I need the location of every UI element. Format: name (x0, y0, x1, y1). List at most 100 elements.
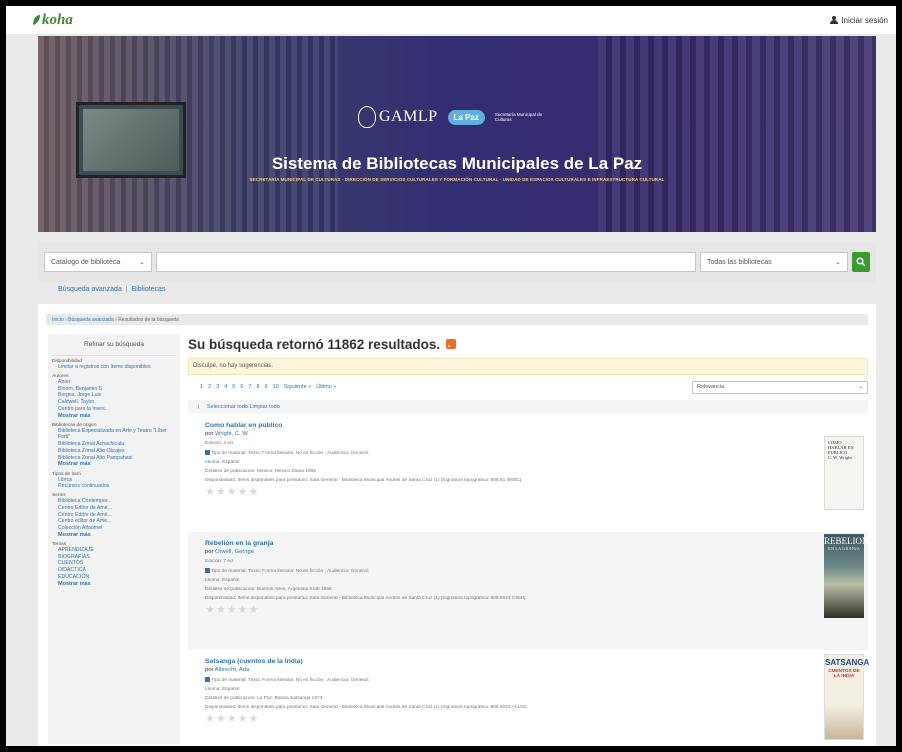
record-author: por Albrecht, Ada (205, 667, 250, 673)
rating-stars[interactable]: ★★★★★ (205, 603, 868, 616)
page-link[interactable]: 9 (265, 384, 268, 390)
search-button[interactable] (852, 252, 870, 272)
book-icon (205, 568, 210, 573)
record-language: Idioma: Español (205, 686, 240, 692)
record-author: por Wright, C. W (205, 431, 248, 437)
show-more-link[interactable]: Mostrar más (52, 581, 180, 588)
facet-item[interactable]: Libros (52, 477, 180, 484)
page-link[interactable]: 10 (273, 384, 279, 390)
record-language: Idioma: Español (205, 459, 240, 465)
page-frame: koha Iniciar sesión GAMLP La Paz Secreta… (6, 6, 896, 746)
facet-item[interactable]: Centro para la Inves... (52, 406, 180, 413)
show-more-link[interactable]: Mostrar más (52, 413, 180, 420)
record-material: Tipo de material: Texto; Forma literaria… (205, 568, 805, 574)
facet-item[interactable]: DIDÁCTICA (52, 567, 180, 574)
clear-all-link[interactable]: Limpiar todo (249, 404, 279, 410)
sort-select[interactable]: Relevancia ⌄ (692, 380, 868, 394)
seal-icon (358, 106, 376, 128)
facet-item[interactable]: BIOGRAFÍAS (52, 554, 180, 561)
facet-item[interactable]: Bloom, Benjamin S (52, 386, 180, 393)
book-cover[interactable]: COMO HABLAR EN PUBLICO C. W. Wright (824, 436, 864, 510)
record-title[interactable]: Satsanga (cuentos de la India) (205, 658, 868, 665)
rating-stars[interactable]: ★★★★★ (205, 712, 868, 725)
page-link[interactable]: 7 (248, 384, 251, 390)
record-material: Tipo de material: Texto; Forma literaria… (205, 450, 805, 456)
book-icon (205, 677, 210, 682)
rating-stars[interactable]: ★★★★★ (205, 485, 868, 498)
show-more-link[interactable]: Mostrar más (52, 461, 180, 468)
record-material: Tipo de material: Texto; Forma literaria… (205, 677, 805, 683)
facet-item[interactable]: Centro Editor de Amé... (52, 512, 180, 519)
page-link[interactable]: 6 (240, 384, 243, 390)
breadcrumb-advanced[interactable]: Búsqueda avanzada (68, 317, 114, 323)
breadcrumb-home[interactable]: Inicio (52, 317, 64, 323)
pagination: 1 2 3 4 5 6 7 8 9 10 Siguiente » Último … (188, 384, 336, 390)
record-language: Idioma: Español (205, 577, 240, 583)
facet-item[interactable]: Biblioteca Contempor... (52, 498, 180, 505)
page-link[interactable]: 3 (216, 384, 219, 390)
banner: GAMLP La Paz Secretaría Municipal de Cul… (38, 36, 876, 232)
facet-item[interactable]: APRENDIZAJE (52, 547, 180, 554)
breadcrumb: Inicio › Búsqueda avanzada › Resultados … (46, 314, 868, 325)
facet-item[interactable]: Colección Alfaomel (52, 525, 180, 532)
selection-toolbar: | Seleccionar todo Limpiar todo (188, 400, 868, 414)
author-link[interactable]: Orwell, George (215, 549, 254, 555)
facet-item[interactable]: Caldwell, Taylor (52, 399, 180, 406)
facet-item[interactable]: EDUCACIÓN (52, 574, 180, 581)
secretaria-label: Secretaría Municipal de Culturas (494, 111, 543, 122)
lapaz-logo: La Paz (447, 109, 485, 125)
banner-title: Sistema de Bibliotecas Municipales de La… (271, 154, 643, 173)
facet-item[interactable]: Limitar a registros con ítems disponible… (52, 364, 180, 371)
result-record: Rebelión en la granja por Orwell, George… (188, 532, 869, 650)
record-edition: Edición: 7 ed (205, 559, 233, 564)
record-publication: Detalles de publicación: Buenos Aires, A… (205, 586, 332, 592)
author-link[interactable]: Albrecht, Ada (215, 667, 249, 673)
facet-item[interactable]: Biblioteca Zonal Alto Obrajes (52, 448, 180, 455)
facet-item[interactable]: Biblioteca Especializada en Arte y Teatr… (52, 428, 180, 442)
next-page-link[interactable]: Siguiente » (284, 384, 312, 390)
search-input[interactable] (156, 252, 696, 272)
record-availability: Disponibilidad: Ítems disponibles para p… (205, 477, 523, 483)
pagination-bar: 1 2 3 4 5 6 7 8 9 10 Siguiente » Último … (188, 380, 868, 394)
facet-item[interactable]: Biblioteca Zonal Achachicala (52, 441, 180, 448)
results-panel: Su búsqueda retornó 11862 resultados. Di… (188, 334, 869, 746)
last-page-link[interactable]: Último » (316, 384, 336, 390)
koha-logo[interactable]: koha (32, 12, 73, 29)
record-title[interactable]: Como hablar en público (205, 422, 868, 429)
page-link[interactable]: 2 (208, 384, 211, 390)
record-edition: Edición: 4 ed (205, 441, 233, 446)
facet-item[interactable]: Recursos continuados (52, 483, 180, 490)
facet-item[interactable]: Centro editor de Amé... (52, 518, 180, 525)
facet-item[interactable]: Anon (52, 379, 180, 386)
page-link[interactable]: 8 (256, 384, 259, 390)
results-heading: Su búsqueda retornó 11862 resultados. (188, 334, 868, 354)
facet-item[interactable]: Borges, Jorge Luis (52, 392, 180, 399)
record-publication: Detalles de publicación: La Paz, Bolivia… (205, 695, 323, 701)
library-select[interactable]: Todas las bibliotecas ⌄ (700, 252, 848, 272)
record-availability: Disponibilidad: Ítems disponibles para p… (205, 595, 527, 601)
book-cover[interactable]: SATSANGA CUENTOS DE LA INDIA (824, 654, 869, 740)
search-icon (856, 257, 866, 267)
page-link: 1 (200, 384, 204, 390)
page-link[interactable]: 5 (232, 384, 235, 390)
libraries-link[interactable]: Bibliotecas (132, 286, 166, 293)
facet-item[interactable]: Centro Editor de Amé... (52, 505, 180, 512)
login-link[interactable]: Iniciar sesión (830, 16, 888, 25)
select-all-link[interactable]: Seleccionar todo (207, 404, 248, 410)
author-link[interactable]: Wright, C. W (215, 431, 248, 437)
leaf-icon (33, 15, 40, 25)
book-icon (205, 450, 210, 455)
show-more-link[interactable]: Mostrar más (52, 532, 180, 539)
login-label: Iniciar sesión (841, 15, 888, 25)
page-link[interactable]: 4 (224, 384, 227, 390)
record-publication: Detalles de publicación: Mexico, Mexico … (205, 468, 316, 474)
advanced-search-link[interactable]: Búsqueda avanzada (58, 286, 122, 293)
chevron-down-icon: ⌄ (139, 259, 145, 266)
catalog-select[interactable]: Catálogo de biblioteca ⌄ (44, 252, 152, 272)
record-author: por Orwell, George (205, 549, 254, 555)
record-availability: Disponibilidad: Ítems disponibles para p… (205, 704, 528, 710)
book-cover[interactable]: REBELION EN LA GRANJA (824, 534, 869, 618)
record-title[interactable]: Rebelión en la granja (205, 540, 868, 547)
facet-item[interactable]: Biblioteca Zonal Alto Pampahasi (52, 455, 180, 462)
rss-icon[interactable] (446, 339, 457, 349)
